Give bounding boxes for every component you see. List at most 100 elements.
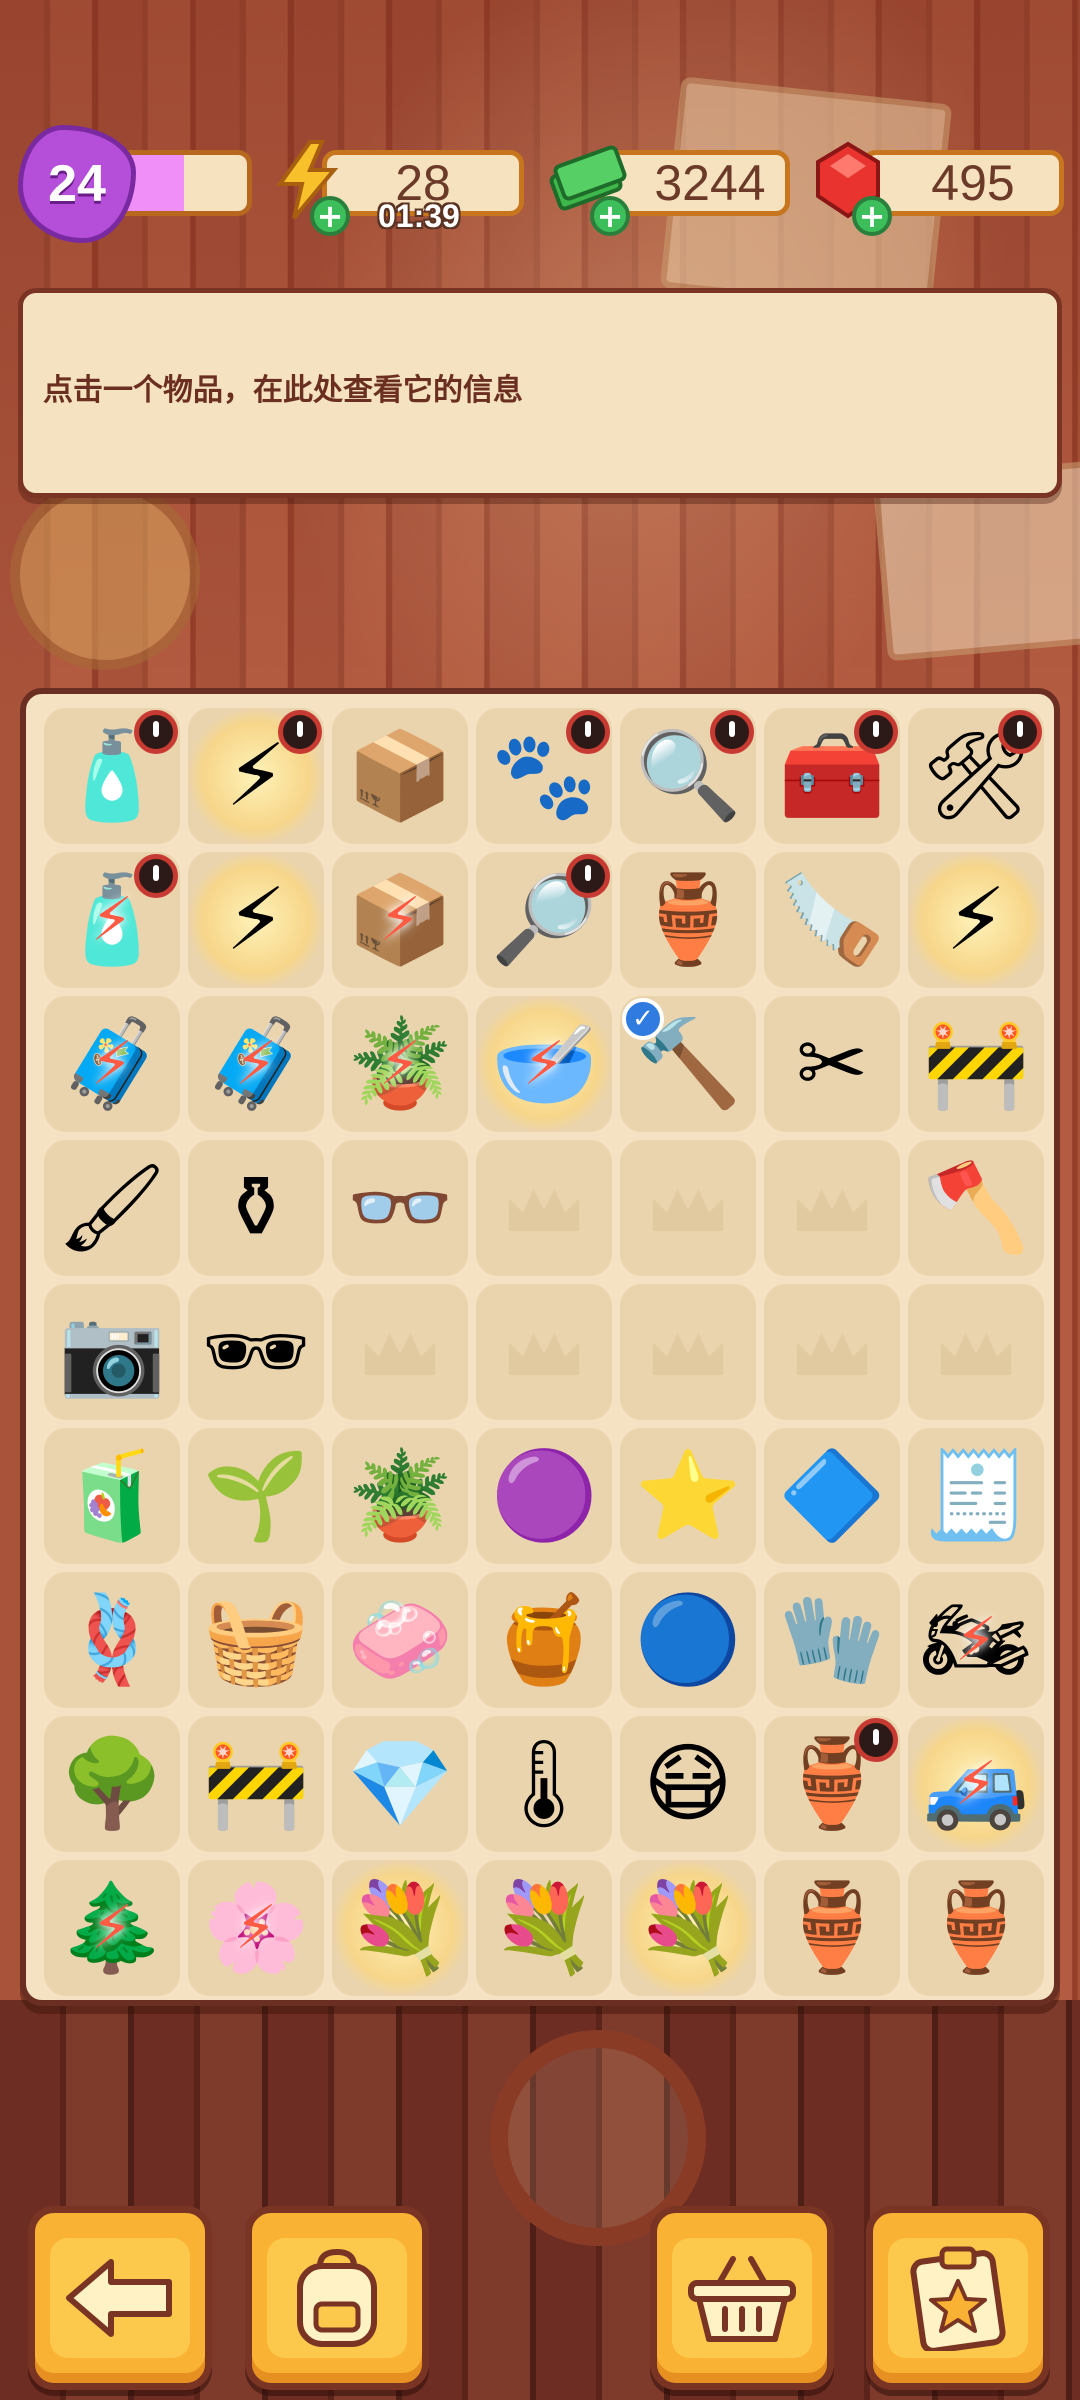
empty-board-cell[interactable] [620, 1284, 756, 1420]
empty-board-cell[interactable] [332, 1284, 468, 1420]
board-cell[interactable]: 🚧 [908, 996, 1044, 1132]
level-badge[interactable]: 24 [18, 125, 136, 243]
board-cell[interactable]: 🥣 ⚡ [476, 996, 612, 1132]
energy-orb-glow-item[interactable]: ⚡ [946, 877, 1006, 963]
board-cell[interactable]: 🪚 [764, 852, 900, 988]
flower-basket-item[interactable]: 💐 [346, 1885, 453, 1971]
bonsai-pot-item[interactable]: 🪴 [346, 1453, 453, 1539]
purple-star-item[interactable]: ⭐ [634, 1453, 741, 1539]
board-cell[interactable]: 🚧 [188, 1716, 324, 1852]
hand-saw-item[interactable]: 🪚 [778, 877, 885, 963]
board-cell[interactable]: 🧾 [908, 1428, 1044, 1564]
juice-bottle-item[interactable]: 🧃 [58, 1453, 165, 1539]
board-cell[interactable]: 🧃 [44, 1428, 180, 1564]
board-cell[interactable]: 🏍 ⚡ [908, 1572, 1044, 1708]
thermometer-gun-item[interactable]: 🌡 [489, 1741, 598, 1827]
barrier-item[interactable]: 🚧 [922, 1021, 1029, 1107]
basket-button[interactable] [650, 2206, 834, 2390]
board-cell[interactable]: 🔎 [476, 852, 612, 988]
empty-board-cell[interactable] [764, 1140, 900, 1276]
board-cell[interactable]: 🌲 ⚡ [44, 1860, 180, 1996]
board-cell[interactable]: 🧳 ⚡ [188, 996, 324, 1132]
rope-coil-item[interactable]: 🪢 [58, 1597, 165, 1683]
eyeglasses-item[interactable]: 👓 [346, 1165, 453, 1251]
energy-ball-item[interactable]: 🔵 [634, 1597, 741, 1683]
board-cell[interactable]: 🕶 [188, 1284, 324, 1420]
board-cell[interactable]: 🔍 [620, 708, 756, 844]
board-cell[interactable]: 🌳 [44, 1716, 180, 1852]
task-board-button[interactable] [866, 2206, 1050, 2390]
add-gems-plus-icon[interactable]: + [852, 196, 892, 236]
flower-bouquet-item[interactable]: 💐 [490, 1885, 597, 1971]
board-cell[interactable]: 📷 [44, 1284, 180, 1420]
sprout-pot-item[interactable]: 🌱 [202, 1453, 309, 1539]
camera-item[interactable]: 📷 [58, 1309, 165, 1395]
fruit-tree-item[interactable]: 🌳 [58, 1741, 165, 1827]
board-cell[interactable]: 🖌 [44, 1140, 180, 1276]
ornate-vase-item[interactable]: 🏺 [778, 1885, 885, 1971]
board-cell[interactable]: 🧺 [188, 1572, 324, 1708]
board-cell[interactable]: 🏺 [620, 852, 756, 988]
board-cell[interactable]: ⚡ [908, 852, 1044, 988]
energy-orb-locked-item[interactable]: ⚡ [226, 877, 286, 963]
board-cell[interactable]: 🚙 ⚡ [908, 1716, 1044, 1852]
board-cell[interactable]: 🍯 [476, 1572, 612, 1708]
shanghai-soap-item[interactable]: 🧼 [346, 1597, 453, 1683]
board-cell[interactable]: 🧼 [332, 1572, 468, 1708]
board-cell[interactable]: 🧤 [764, 1572, 900, 1708]
road-barrier-item[interactable]: 🚧 [202, 1741, 309, 1827]
red-gloves-item[interactable]: 🧤 [778, 1597, 885, 1683]
burlap-sacks-item[interactable]: 🧺 [202, 1597, 309, 1683]
board-cell[interactable]: 🏺 [764, 1860, 900, 1996]
add-cash-plus-icon[interactable]: + [590, 196, 630, 236]
sunglasses-item[interactable]: 🕶 [201, 1309, 310, 1395]
board-cell[interactable]: 🔵 [620, 1572, 756, 1708]
empty-board-cell[interactable] [764, 1284, 900, 1420]
purple-blob-large-item[interactable]: 🟣 [490, 1453, 597, 1539]
board-cell[interactable]: 🌡 [476, 1716, 612, 1852]
board-cell[interactable]: 📦 [332, 708, 468, 844]
evidence-bag-item[interactable]: 🧾 [922, 1453, 1029, 1539]
flower-basket-glow-item[interactable]: 💐 [634, 1885, 741, 1971]
board-cell[interactable]: 🪴 [332, 1428, 468, 1564]
pruning-shears-item[interactable]: ✂ [796, 1021, 868, 1107]
board-cell[interactable]: 🧴 ⚡ [44, 852, 180, 988]
honey-jar-item[interactable]: 🍯 [490, 1597, 597, 1683]
board-cell[interactable]: 🪴 ⚡ [332, 996, 468, 1132]
ruby-basket-item[interactable]: 💎 [346, 1741, 453, 1827]
board-cell[interactable]: 😷 [620, 1716, 756, 1852]
board-cell[interactable]: 🧴 [44, 708, 180, 844]
board-cell[interactable]: ⚡ [188, 852, 324, 988]
paint-brush-item[interactable]: 🖌 [57, 1165, 166, 1251]
board-cell[interactable]: ⚡ [188, 708, 324, 844]
board-cell[interactable]: ⚱ [188, 1140, 324, 1276]
back-button[interactable] [28, 2206, 212, 2390]
board-cell[interactable]: ⭐ [620, 1428, 756, 1564]
board-cell[interactable]: 📦 ⚡ [332, 852, 468, 988]
empty-board-cell[interactable] [476, 1140, 612, 1276]
board-cell[interactable]: 🌱 [188, 1428, 324, 1564]
glass-vase-item[interactable]: ⚱ [220, 1165, 292, 1251]
board-cell[interactable]: 🟣 [476, 1428, 612, 1564]
empty-board-cell[interactable] [476, 1284, 612, 1420]
board-cell[interactable]: 🪓 [908, 1140, 1044, 1276]
wooden-crate-item[interactable]: 📦 [346, 733, 453, 819]
board-cell[interactable]: 🔨 ✓ [620, 996, 756, 1132]
board-cell[interactable]: 🐾 [476, 708, 612, 844]
clay-pot-item[interactable]: 🏺 [634, 877, 741, 963]
empty-board-cell[interactable] [620, 1140, 756, 1276]
empty-board-cell[interactable] [908, 1284, 1044, 1420]
board-cell[interactable]: 🧰 [764, 708, 900, 844]
backpack-button[interactable] [245, 2206, 429, 2390]
axe-item[interactable]: 🪓 [922, 1165, 1029, 1251]
board-cell[interactable]: 🌸 ⚡ [188, 1860, 324, 1996]
face-mask-item[interactable]: 😷 [643, 1741, 733, 1827]
board-cell[interactable]: 💐 [476, 1860, 612, 1996]
purple-gem-item[interactable]: 🔷 [778, 1453, 885, 1539]
board-cell[interactable]: 🧳 ⚡ [44, 996, 180, 1132]
board-cell[interactable]: 🛠 [908, 708, 1044, 844]
gem-counter[interactable]: 495 [862, 150, 1064, 216]
board-cell[interactable]: 💐 [620, 1860, 756, 1996]
board-cell[interactable]: 🔷 [764, 1428, 900, 1564]
board-cell[interactable]: 💐 [332, 1860, 468, 1996]
